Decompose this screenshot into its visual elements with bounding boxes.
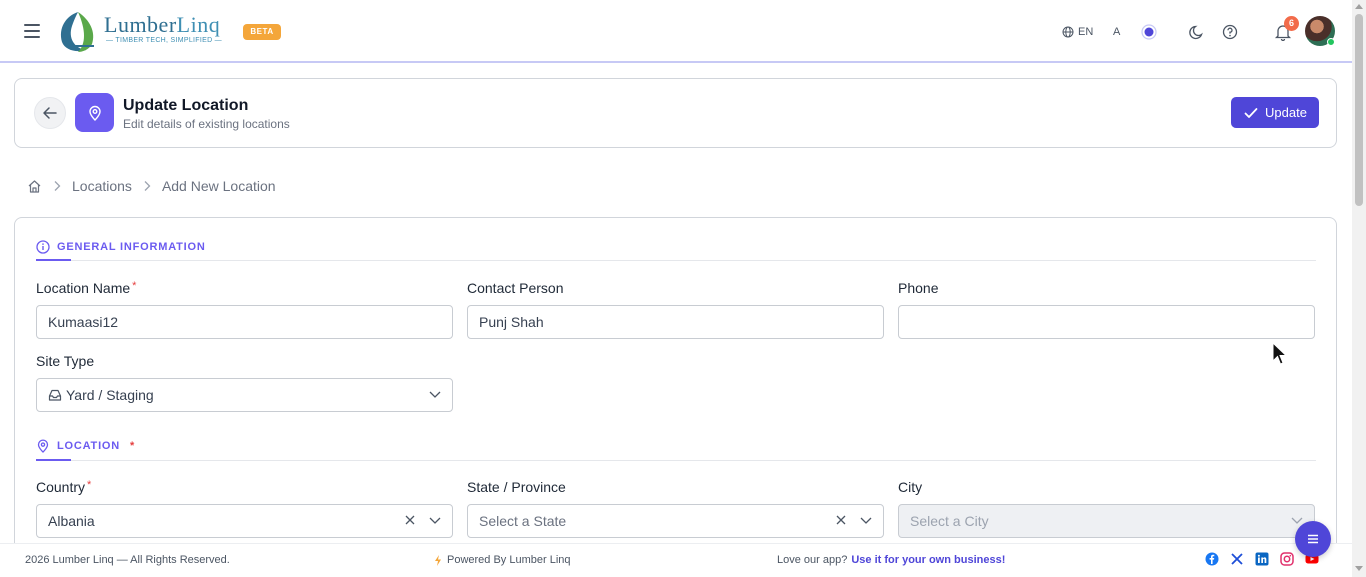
country-value: Albania: [48, 513, 95, 529]
powered-by: Powered By Lumber Linq: [434, 554, 571, 566]
phone-input[interactable]: [898, 305, 1315, 339]
page-title: Update Location: [123, 97, 249, 114]
update-button[interactable]: Update: [1231, 97, 1319, 128]
close-icon[interactable]: [404, 514, 416, 526]
notification-count-badge: 6: [1284, 16, 1299, 31]
scrollbar-thumb[interactable]: [1355, 14, 1363, 206]
location-form: GENERAL INFORMATION Location Name* Conta…: [14, 217, 1337, 557]
home-icon[interactable]: [27, 179, 42, 194]
contact-person-label: Contact Person: [467, 280, 564, 296]
map-pin-icon: [37, 439, 49, 453]
breadcrumb: Locations Add New Location: [27, 178, 276, 194]
breadcrumb-current: Add New Location: [161, 178, 276, 194]
linkedin-icon[interactable]: [1255, 552, 1269, 566]
brand-name: LumberLinq: [104, 12, 221, 37]
country-select[interactable]: Albania: [36, 504, 453, 538]
state-label: State / Province: [467, 479, 566, 495]
online-status-dot: [1327, 38, 1335, 46]
city-label: City: [898, 479, 923, 495]
check-icon: [1244, 107, 1258, 118]
section-divider: [36, 259, 1316, 261]
state-placeholder: Select a State: [479, 513, 567, 529]
section-divider: [36, 459, 1316, 461]
powered-by-text: Powered By Lumber Linq: [447, 554, 571, 566]
hamburger-icon[interactable]: [24, 24, 40, 38]
close-icon[interactable]: [835, 514, 847, 526]
language-selector[interactable]: EN: [1062, 22, 1093, 42]
city-placeholder: Select a City: [910, 513, 989, 529]
chevron-down-icon: [429, 517, 441, 524]
chevron-right-icon: [54, 181, 61, 191]
city-select[interactable]: Select a City: [898, 504, 1315, 538]
chat-button[interactable]: [1295, 521, 1331, 557]
section-title: LOCATION: [57, 440, 121, 452]
instagram-icon[interactable]: [1280, 552, 1294, 566]
theme-color-icon: [1141, 24, 1157, 40]
update-label: Update: [1265, 105, 1307, 120]
site-type-label: Site Type: [36, 353, 95, 369]
brand-logo[interactable]: LumberLinq — TIMBER TECH, SIMPLIFIED —: [56, 10, 236, 54]
arrow-left-icon: [43, 107, 57, 119]
country-label: Country *: [36, 479, 92, 495]
mouse-cursor-icon: [1272, 342, 1288, 365]
back-button[interactable]: [34, 97, 66, 129]
page-subtitle: Edit details of existing locations: [123, 117, 290, 131]
logo-mark-icon: [60, 12, 94, 52]
location-icon-box: [75, 93, 114, 132]
map-pin-icon: [88, 105, 101, 121]
phone-label: Phone: [898, 280, 939, 296]
promo-text: Love our app? Use it for your own busines…: [777, 554, 1006, 566]
copyright-text: 2026 Lumber Linq — All Rights Reserved.: [25, 554, 230, 566]
location-name-label: Location Name *: [36, 280, 137, 296]
language-label: EN: [1078, 26, 1094, 38]
top-navbar: LumberLinq — TIMBER TECH, SIMPLIFIED — B…: [0, 0, 1352, 63]
section-location: LOCATION *: [36, 439, 135, 453]
chevron-right-icon: [144, 181, 151, 191]
help-icon: [1222, 24, 1238, 40]
social-links: [1205, 552, 1319, 566]
chevron-down-icon: [860, 517, 872, 524]
inbox-icon: [48, 389, 62, 401]
state-select[interactable]: Select a State: [467, 504, 884, 538]
dark-mode-button[interactable]: [1189, 22, 1205, 42]
facebook-icon[interactable]: [1205, 552, 1219, 566]
footer: 2026 Lumber Linq — All Rights Reserved. …: [0, 543, 1352, 577]
moon-icon: [1189, 25, 1203, 40]
section-general-information: GENERAL INFORMATION: [36, 240, 206, 254]
contact-person-input[interactable]: [467, 305, 884, 339]
scroll-down-arrow[interactable]: [1355, 566, 1363, 571]
theme-color-button[interactable]: [1141, 22, 1157, 42]
chevron-down-icon: [429, 391, 441, 398]
page-header-card: Update Location Edit details of existing…: [14, 78, 1337, 148]
section-title: GENERAL INFORMATION: [57, 241, 206, 253]
font-size-toggle[interactable]: A: [1113, 22, 1120, 42]
site-type-value: Yard / Staging: [66, 387, 154, 403]
avatar[interactable]: [1305, 16, 1335, 46]
lightning-icon: [435, 554, 441, 566]
brand-tagline: — TIMBER TECH, SIMPLIFIED —: [106, 37, 222, 44]
page-scrollbar[interactable]: [1352, 0, 1366, 577]
help-button[interactable]: [1222, 22, 1238, 42]
beta-badge: BETA: [243, 24, 281, 40]
x-twitter-icon[interactable]: [1230, 552, 1244, 566]
promo-link[interactable]: Use it for your own business!: [851, 554, 1005, 566]
info-icon: [36, 240, 50, 254]
scroll-up-arrow[interactable]: [1355, 4, 1363, 9]
site-type-select[interactable]: Yard / Staging: [36, 378, 453, 412]
location-name-input[interactable]: [36, 305, 453, 339]
chat-icon: [1308, 534, 1318, 544]
breadcrumb-locations[interactable]: Locations: [72, 178, 132, 194]
required-marker: *: [130, 440, 136, 452]
globe-icon: [1062, 26, 1074, 38]
font-toggle-label: A: [1113, 26, 1121, 38]
